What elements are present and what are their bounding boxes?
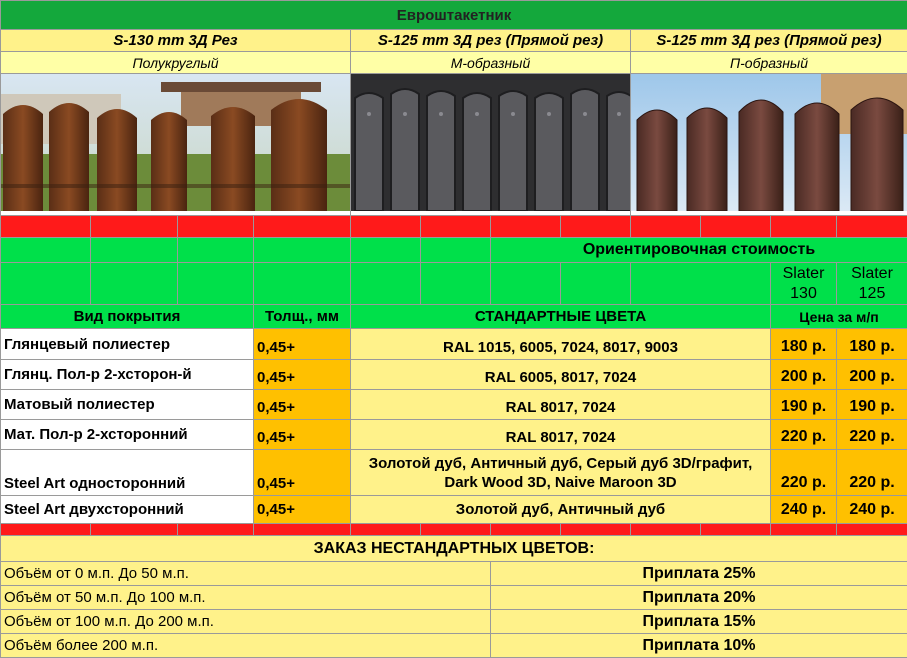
list-item: Объём более 200 м.п. Приплата 10%	[1, 634, 907, 658]
price-125-cell: 190 р.	[837, 390, 907, 420]
price-sheet: Евроштакетник S-130 mm 3Д Рез S-125 mm 3…	[0, 0, 907, 649]
fence-photo-3-image	[631, 74, 907, 211]
price-125-cell: 180 р.	[837, 329, 907, 360]
table-row: Глянцевый полиестер 0,45+ RAL 1015, 6005…	[1, 329, 907, 360]
colors-cell: RAL 6005, 8017, 7024	[351, 360, 771, 390]
surcharge-cell: Приплата 10%	[491, 634, 907, 658]
p-shaped-picket-fence-photo	[631, 74, 907, 216]
volume-cell: Объём от 50 м.п. До 100 м.п.	[1, 586, 491, 610]
product-shape-2: М-образный	[351, 52, 631, 74]
approx-cost-label: Ориентировочная стоимость	[491, 238, 907, 263]
thickness-cell: 0,45+	[254, 360, 351, 390]
product-model-1: S-130 mm 3Д Рез	[1, 30, 351, 52]
table-row: Steel Art односторонний 0,45+ Золотой ду…	[1, 450, 907, 496]
thickness-cell: 0,45+	[254, 496, 351, 524]
price-table: Евроштакетник S-130 mm 3Д Рез S-125 mm 3…	[0, 0, 907, 658]
price-130-cell: 200 р.	[771, 360, 837, 390]
price-125-cell: 220 р.	[837, 420, 907, 450]
thickness-header: Толщ., мм	[254, 305, 351, 329]
price-125-cell: 240 р.	[837, 496, 907, 524]
colors-cell: RAL 8017, 7024	[351, 420, 771, 450]
thickness-cell: 0,45+	[254, 390, 351, 420]
fence-photo-1-image	[1, 74, 351, 211]
nonstandard-title: ЗАКАЗ НЕСТАНДАРТНЫХ ЦВЕТОВ:	[1, 536, 907, 562]
price-130-cell: 220 р.	[771, 450, 837, 496]
list-item: Объём от 50 м.п. До 100 м.п. Приплата 20…	[1, 586, 907, 610]
surcharge-cell: Приплата 25%	[491, 562, 907, 586]
surcharge-cell: Приплата 15%	[491, 610, 907, 634]
coating-cell: Глянцевый полиестер	[1, 329, 254, 360]
coating-header: Вид покрытия	[1, 305, 254, 329]
coating-cell: Steel Art односторонний	[1, 450, 254, 496]
volume-cell: Объём от 0 м.п. До 50 м.п.	[1, 562, 491, 586]
sheet-title: Евроштакетник	[1, 1, 907, 30]
colors-cell: Золотой дуб, Античный дуб	[351, 496, 771, 524]
price-125-cell: 200 р.	[837, 360, 907, 390]
product-model-3: S-125 mm 3Д рез (Прямой рез)	[631, 30, 907, 52]
price-130-cell: 190 р.	[771, 390, 837, 420]
table-row: Мат. Пол-р 2-хсторонний 0,45+ RAL 8017, …	[1, 420, 907, 450]
m-shaped-picket-fence-photo	[351, 74, 631, 216]
volume-cell: Объём более 200 м.п.	[1, 634, 491, 658]
colors-cell: RAL 8017, 7024	[351, 390, 771, 420]
list-item: Объём от 0 м.п. До 50 м.п. Приплата 25%	[1, 562, 907, 586]
price-130-cell: 240 р.	[771, 496, 837, 524]
list-item: Объём от 100 м.п. До 200 м.п. Приплата 1…	[1, 610, 907, 634]
table-row: Глянц. Пол-р 2-хсторон-й 0,45+ RAL 6005,…	[1, 360, 907, 390]
slater-125-header: Slater 125	[837, 263, 907, 305]
price-130-cell: 180 р.	[771, 329, 837, 360]
product-model-2: S-125 mm 3Д рез (Прямой рез)	[351, 30, 631, 52]
fence-photo-2-image	[351, 74, 631, 211]
coating-cell: Глянц. Пол-р 2-хсторон-й	[1, 360, 254, 390]
table-row: Steel Art двухсторонний 0,45+ Золотой ду…	[1, 496, 907, 524]
product-shape-3: П-образный	[631, 52, 907, 74]
slater-130-header: Slater 130	[771, 263, 837, 305]
thickness-cell: 0,45+	[254, 329, 351, 360]
semicircle-picket-fence-photo	[1, 74, 351, 216]
price-130-cell: 220 р.	[771, 420, 837, 450]
thickness-cell: 0,45+	[254, 450, 351, 496]
price-per-m-header: Цена за м/п	[771, 305, 907, 329]
coating-cell: Мат. Пол-р 2-хсторонний	[1, 420, 254, 450]
colors-header: СТАНДАРТНЫЕ ЦВЕТА	[351, 305, 771, 329]
volume-cell: Объём от 100 м.п. До 200 м.п.	[1, 610, 491, 634]
product-shape-1: Полукруглый	[1, 52, 351, 74]
coating-cell: Steel Art двухсторонний	[1, 496, 254, 524]
thickness-cell: 0,45+	[254, 420, 351, 450]
coating-cell: Матовый полиестер	[1, 390, 254, 420]
table-row: Матовый полиестер 0,45+ RAL 8017, 7024 1…	[1, 390, 907, 420]
colors-cell: Золотой дуб, Античный дуб, Серый дуб 3D/…	[351, 450, 771, 496]
colors-cell: RAL 1015, 6005, 7024, 8017, 9003	[351, 329, 771, 360]
price-125-cell: 220 р.	[837, 450, 907, 496]
surcharge-cell: Приплата 20%	[491, 586, 907, 610]
